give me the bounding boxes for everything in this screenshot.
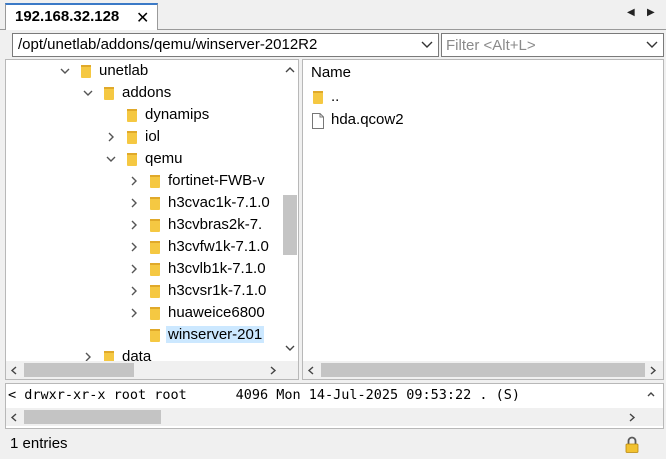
tree-node-label: qemu <box>145 150 183 167</box>
tree-node-label: iol <box>145 128 161 145</box>
file-name: .. <box>331 88 340 105</box>
tree-node[interactable]: addons <box>6 83 278 105</box>
folder-icon <box>104 87 114 100</box>
tree-node[interactable]: winserver-201 <box>6 325 278 347</box>
tree-node[interactable]: h3cvlb1k-7.1.0 <box>6 259 278 281</box>
chevron-right-icon[interactable] <box>127 262 141 276</box>
file-list[interactable]: Name .. hda.qcow2 <box>302 59 664 380</box>
folder-icon <box>127 131 137 144</box>
tree-node[interactable]: unetlab <box>6 61 278 83</box>
log-scroll-up-icon[interactable] <box>647 390 655 400</box>
column-header-name[interactable]: Name <box>311 64 351 81</box>
chevron-down-icon[interactable] <box>81 86 95 100</box>
folder-icon <box>150 197 160 210</box>
tree-node[interactable]: qemu <box>6 149 278 171</box>
lock-icon <box>625 436 639 453</box>
chevron-right-icon[interactable] <box>127 174 141 188</box>
scroll-right-icon[interactable] <box>628 413 636 422</box>
tree-node[interactable]: h3cvfw1k-7.1.0 <box>6 237 278 259</box>
session-tab[interactable]: 192.168.32.128 ✕ <box>5 3 158 31</box>
path-combobox[interactable]: /opt/unetlab/addons/qemu/winserver-2012R… <box>12 33 439 57</box>
log-line: < drwxr-xr-x root root 4096 Mon 14-Jul-2… <box>8 387 521 403</box>
entries-count: 1 entries <box>10 435 68 452</box>
scroll-left-icon[interactable] <box>307 366 315 375</box>
list-horizontal-scrollbar[interactable] <box>303 361 663 379</box>
tree-node-label: h3cvsr1k-7.1.0 <box>168 282 267 299</box>
path-bar: /opt/unetlab/addons/qemu/winserver-2012R… <box>0 30 666 59</box>
tree-node-label: winserver-201 <box>166 326 265 343</box>
filter-combobox[interactable] <box>441 33 664 57</box>
chevron-right-icon[interactable] <box>127 306 141 320</box>
scroll-right-icon[interactable] <box>649 366 657 375</box>
tree-vertical-scrollbar[interactable] <box>281 60 298 362</box>
chevron-down-icon[interactable] <box>58 64 72 78</box>
folder-icon <box>150 263 160 276</box>
tree-node[interactable]: h3cvsr1k-7.1.0 <box>6 281 278 303</box>
chevron-right-icon[interactable] <box>127 218 141 232</box>
log-horizontal-scroll-thumb[interactable] <box>24 410 161 424</box>
session-tab-bar: 192.168.32.128 ✕ ◀ ▶ <box>0 0 666 31</box>
tree-horizontal-scroll-thumb[interactable] <box>24 363 134 377</box>
transfer-log[interactable]: < drwxr-xr-x root root 4096 Mon 14-Jul-2… <box>5 383 664 429</box>
log-horizontal-scrollbar[interactable] <box>6 408 663 426</box>
close-tab-icon[interactable]: ✕ <box>136 8 149 28</box>
chevron-right-icon[interactable] <box>127 240 141 254</box>
scroll-down-icon[interactable] <box>285 344 295 352</box>
list-horizontal-scroll-thumb[interactable] <box>321 363 645 377</box>
chevron-right-icon[interactable] <box>127 284 141 298</box>
chevron-down-icon[interactable] <box>104 152 118 166</box>
status-bar: 1 entries <box>0 430 666 459</box>
folder-icon <box>150 285 160 298</box>
folder-icon <box>127 109 137 122</box>
tree-node[interactable]: h3cvbras2k-7. <box>6 215 278 237</box>
tree-node-label: h3cvlb1k-7.1.0 <box>168 260 266 277</box>
folder-icon <box>150 219 160 232</box>
session-tab-label: 192.168.32.128 <box>15 8 120 25</box>
tree-node[interactable]: fortinet-FWB-v <box>6 171 278 193</box>
tree-node-label: h3cvbras2k-7. <box>168 216 263 233</box>
file-name: hda.qcow2 <box>331 111 404 128</box>
chevron-right-icon[interactable] <box>127 196 141 210</box>
scroll-up-icon[interactable] <box>285 66 295 74</box>
tree-node[interactable]: dynamips <box>6 105 278 127</box>
path-dropdown-chevron-icon[interactable] <box>420 37 434 51</box>
tree-node-label: dynamips <box>145 106 210 123</box>
scroll-left-icon[interactable] <box>10 413 18 422</box>
folder-icon <box>150 175 160 188</box>
tree-horizontal-scrollbar[interactable] <box>6 361 298 379</box>
tab-prev-icon[interactable]: ◀ <box>627 7 635 18</box>
tree-node-label: unetlab <box>99 62 149 79</box>
chevron-right-icon[interactable] <box>104 130 118 144</box>
tree-node[interactable]: huaweice6800 <box>6 303 278 325</box>
filter-input[interactable] <box>446 36 636 54</box>
directory-tree[interactable]: unetlab addons dynamips iol qemu fortinet-FWB… <box>5 59 299 380</box>
tree-node-label: huaweice6800 <box>168 304 265 321</box>
file-icon <box>312 113 324 129</box>
tree-node-label: h3cvfw1k-7.1.0 <box>168 238 269 255</box>
tree-node-label: fortinet-FWB-v <box>168 172 265 189</box>
folder-icon <box>150 241 160 254</box>
folder-icon <box>81 65 91 78</box>
tree-node-label: h3cvac1k-7.1.0 <box>168 194 270 211</box>
tree-node-label: addons <box>122 84 172 101</box>
folder-icon <box>313 91 323 104</box>
folder-icon <box>150 307 160 320</box>
scroll-right-icon[interactable] <box>269 366 277 375</box>
tab-next-icon[interactable]: ▶ <box>647 7 655 18</box>
tree-node[interactable]: iol <box>6 127 278 149</box>
scroll-left-icon[interactable] <box>10 366 18 375</box>
tree-node[interactable]: h3cvac1k-7.1.0 <box>6 193 278 215</box>
filter-dropdown-chevron-icon[interactable] <box>645 37 659 51</box>
folder-icon <box>127 153 137 166</box>
tree-vertical-scroll-thumb[interactable] <box>283 195 297 255</box>
path-value: /opt/unetlab/addons/qemu/winserver-2012R… <box>18 36 318 53</box>
folder-icon <box>150 329 160 342</box>
